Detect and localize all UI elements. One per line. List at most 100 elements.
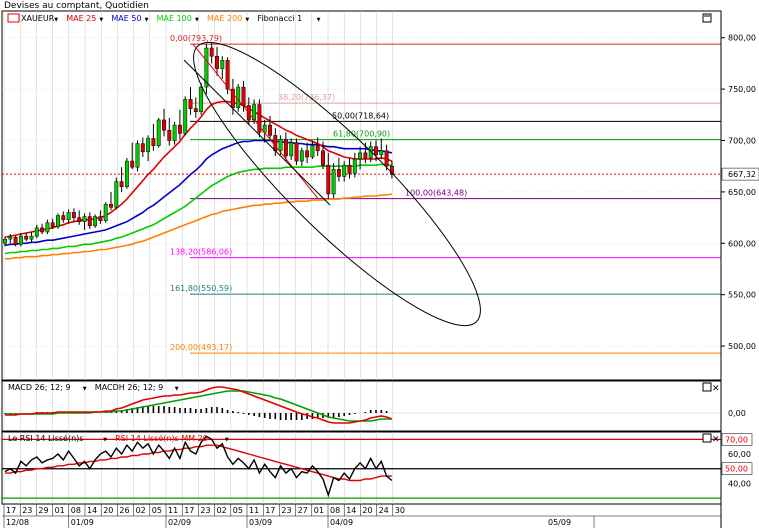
x-tick-label: 20 — [362, 506, 372, 515]
close-icon: ✕ — [712, 435, 720, 445]
candle-body — [56, 215, 60, 228]
fib-label: 138,20(586,06) — [170, 248, 232, 257]
legend-main-item: Fibonacci 1 — [257, 14, 302, 23]
y-tick-label: 700,00 — [728, 137, 756, 146]
x-tick-label: 23 — [22, 506, 32, 515]
x-tick-label: 24 — [379, 506, 389, 515]
candle-body — [103, 203, 108, 221]
fib-label: 100,00(643,48) — [405, 189, 467, 198]
candle-body — [283, 139, 288, 157]
legend-dropdown-icon: ▼ — [175, 386, 179, 392]
candle-body — [61, 215, 66, 220]
x-tick-label: 17 — [184, 506, 194, 515]
maximize-icon[interactable] — [702, 382, 712, 392]
legend-dropdown-icon: ▼ — [225, 437, 229, 443]
maximize-icon[interactable] — [702, 433, 712, 443]
legend-main-item: MAE 25 — [66, 14, 96, 23]
fib-label: 0,00(793,79) — [170, 34, 222, 43]
fib-label: 61,80(700,90) — [333, 130, 390, 139]
legend-dropdown-icon: ▼ — [245, 17, 249, 23]
x-tick-label: 11 — [168, 506, 178, 515]
x-tick-label: 08 — [330, 506, 340, 515]
candle-body — [199, 86, 204, 112]
month-label-future: 05/09 — [548, 518, 571, 527]
candle-body — [347, 164, 352, 174]
candle-body — [146, 138, 151, 153]
panel-frame-1 — [1, 10, 722, 381]
macd-tick-label: 0,00 — [728, 409, 746, 418]
rsi-tick-label: 60,00 — [728, 450, 751, 459]
candle-body — [289, 142, 294, 157]
legend-dropdown-icon: ▼ — [317, 17, 321, 23]
candle-body — [273, 135, 278, 152]
candle-body — [8, 236, 13, 240]
x-tick-label: 08 — [71, 506, 81, 515]
candle-body — [294, 142, 299, 162]
candle-body — [379, 150, 384, 156]
candle-body — [162, 119, 166, 131]
rsi-tick-label: 50,00 — [725, 465, 748, 474]
candle-body — [40, 227, 45, 233]
rsi-tick-label: 40,00 — [728, 479, 751, 488]
x-tick-label: 27 — [298, 506, 308, 515]
y-tick-label: 500,00 — [728, 342, 756, 351]
legend-main-item: MAE 50 — [111, 14, 141, 23]
candle-body — [130, 160, 135, 168]
candle-body — [3, 238, 7, 244]
candle-body — [209, 47, 214, 57]
rsi-tick-label: 70,00 — [725, 435, 748, 444]
legend-dropdown-icon: ▼ — [54, 17, 58, 23]
maximize-icon[interactable] — [702, 13, 712, 23]
month-label: 03/09 — [249, 518, 272, 527]
candle-body — [151, 138, 156, 146]
candle-body — [109, 203, 113, 208]
candle-body — [188, 99, 193, 109]
legend-dropdown-icon: ▼ — [145, 17, 149, 23]
candle-body — [193, 108, 198, 112]
candle-body — [358, 152, 363, 160]
legend-dropdown-icon: ▼ — [195, 17, 199, 23]
x-tick-label: 23 — [200, 506, 210, 515]
candle-body — [93, 216, 98, 227]
x-tick-label: 02 — [136, 506, 146, 515]
chart-canvas[interactable]: 0,00(793,79)38,20(736,37)50,00(718,64)61… — [0, 0, 759, 528]
candle-body — [241, 86, 246, 106]
candle-body — [342, 164, 347, 177]
candle-body — [140, 143, 145, 153]
fib-label: 50,00(718,64) — [332, 111, 389, 120]
candle-body — [18, 235, 23, 245]
candle-body — [374, 146, 378, 156]
legend-macd-item: MACD 26; 12; 9 — [8, 383, 70, 392]
candle-body — [98, 216, 103, 221]
legend-main-item: XAUEUR — [21, 14, 55, 23]
candle-body — [268, 124, 272, 136]
candle-body — [331, 169, 336, 195]
x-tick-label: 20 — [103, 506, 113, 515]
legend-main-item: MAE 100 — [157, 14, 192, 23]
month-label: 12/08 — [6, 518, 29, 527]
legend-dropdown-icon: ▼ — [99, 17, 103, 23]
candle-body — [384, 150, 389, 167]
candle-body — [119, 181, 124, 188]
candle-body — [321, 150, 325, 166]
candle-body — [45, 222, 50, 233]
fib-label: 200,00(493,17) — [170, 343, 232, 352]
candle-body — [135, 143, 140, 168]
y-tick-label: 800,00 — [728, 34, 756, 43]
x-tick-label: 30 — [395, 506, 405, 515]
candle-body — [220, 60, 225, 69]
candle-body — [172, 124, 177, 141]
legend-rsi-item: Le RSI 14 Lissé(n)s — [8, 433, 83, 443]
candle-body — [363, 152, 368, 159]
candle-body — [326, 164, 331, 195]
candle-body — [336, 169, 341, 177]
candle-body — [77, 217, 82, 222]
candle-body — [315, 145, 320, 152]
candle-body — [82, 216, 87, 222]
candle-body — [13, 236, 18, 245]
x-tick-label: 14 — [346, 506, 356, 515]
fib-label: 161,80(550,59) — [170, 284, 232, 293]
candle-body — [310, 145, 315, 158]
x-tick-label: 17 — [265, 506, 275, 515]
candle-body — [305, 150, 310, 158]
